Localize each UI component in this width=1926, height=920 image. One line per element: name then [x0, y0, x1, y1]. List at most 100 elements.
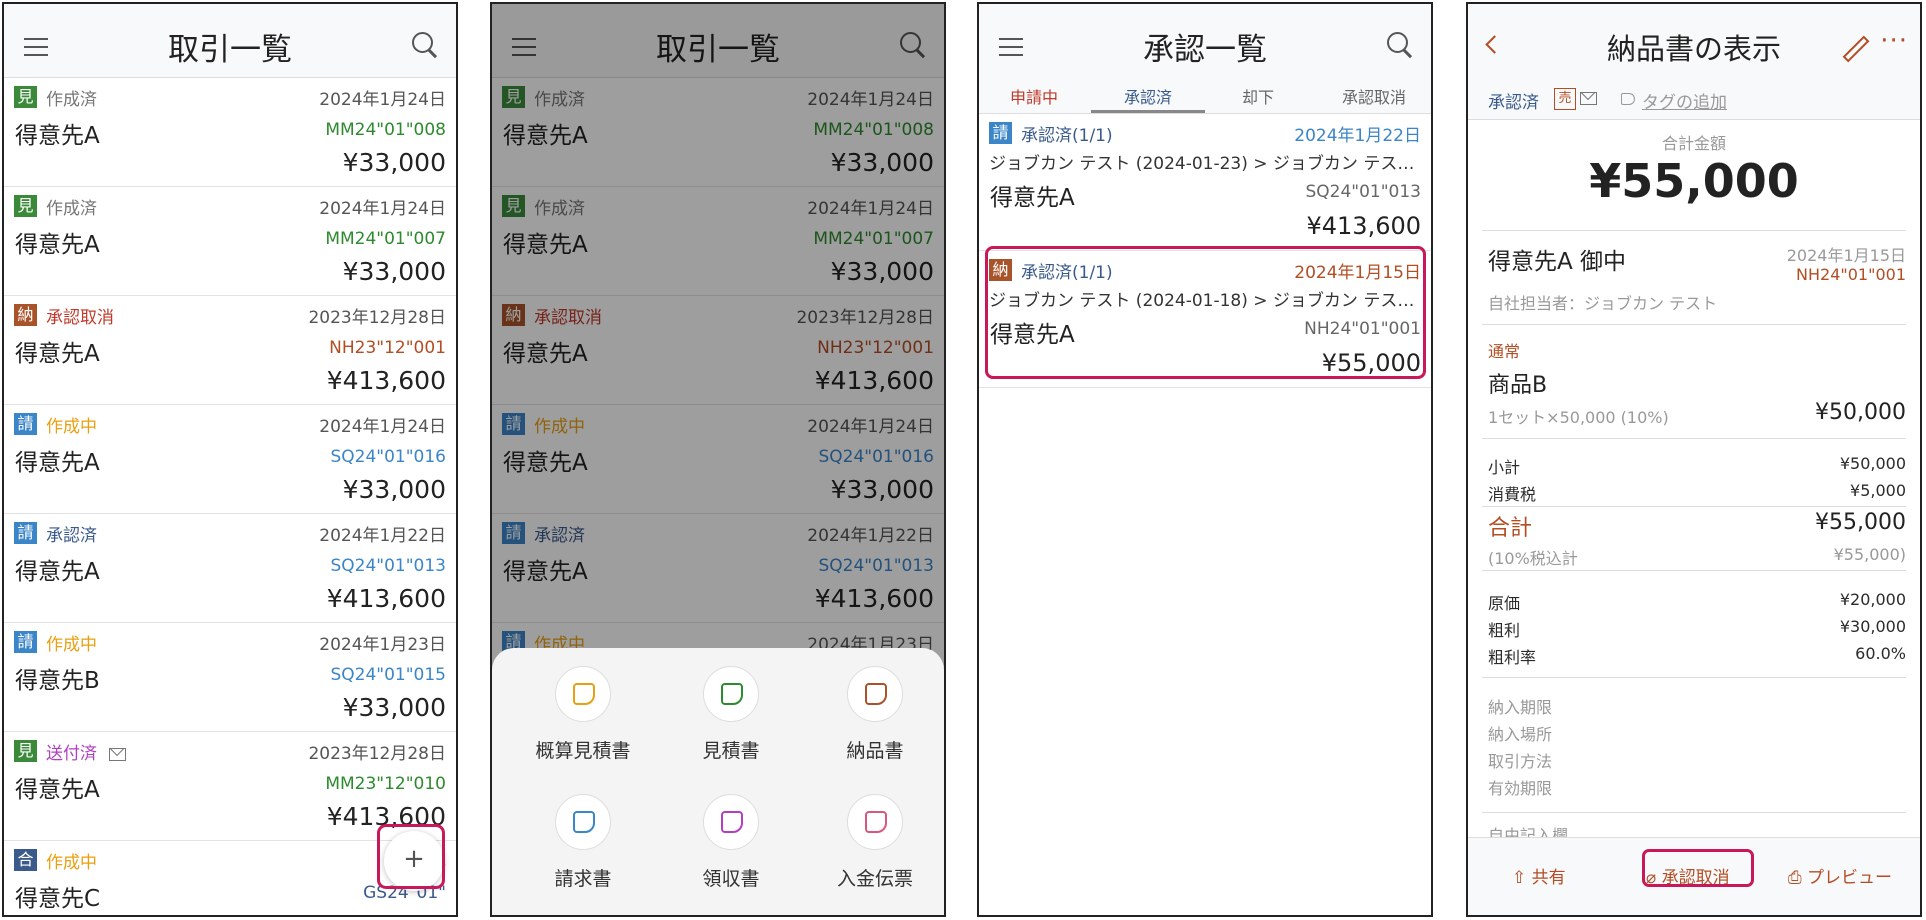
delivery-note-detail-screen: 納品書の表示 ··· 承認済 売 タグの追加 合計金額 ¥55,000 得意先A… [1466, 2, 1922, 917]
amount: ¥33,000 [342, 475, 446, 504]
client-name: 得意先A [15, 123, 100, 149]
sheet-item-label: 入金伝票 [836, 868, 913, 890]
doc-code: MM23"12"010 [325, 774, 446, 794]
doc-date: 2024年1月24日 [319, 417, 446, 437]
status-label: 承認済 [46, 526, 97, 546]
sheet-item-label: 納品書 [846, 740, 904, 762]
search-icon[interactable] [412, 32, 440, 62]
doc-code: MM24"01"008 [325, 120, 446, 140]
transaction-row[interactable]: 請作成中 2024年1月23日得意先B SQ24"01"015 ¥33,000 [4, 623, 456, 732]
document-icon [703, 666, 759, 722]
sum-value: ¥55,000 [1815, 510, 1906, 535]
sheet-item-0[interactable]: 概算見積書 [508, 666, 658, 763]
tab-cancelled[interactable]: 承認取消 [1319, 84, 1429, 108]
client-name: 得意先A [15, 341, 100, 367]
total-label: 合計金額 [1661, 134, 1726, 153]
client-name: 得意先A [990, 185, 1075, 211]
header: 承認一覧 [979, 4, 1431, 78]
status-label: 作成中 [46, 417, 97, 437]
highlight-box [377, 824, 445, 889]
status-label: 送付済 [46, 739, 126, 764]
printer-icon: ⎙ [1788, 868, 1802, 888]
sheet-item-1[interactable]: 見積書 [656, 666, 806, 763]
document-icon [847, 794, 903, 850]
cost-label: 原価 [1488, 594, 1521, 613]
transaction-list: 見作成済 2024年1月24日 得意先A MM24"01"008 ¥33,000 見作成済… [4, 78, 456, 915]
sheet-item-2[interactable]: 納品書 [800, 666, 944, 763]
doc-date: 2023年12月28日 [308, 744, 446, 764]
status-label: 作成済 [46, 199, 97, 219]
amount: ¥413,600 [326, 584, 446, 613]
doc-date: 2024年1月24日 [319, 199, 446, 219]
product-detail: 1セット×50,000 (10%) [1488, 408, 1669, 427]
total-amount: ¥55,000 [1589, 154, 1799, 208]
doc-code: NH23"12"001 [329, 338, 446, 358]
doc-code: SQ24"01"016 [330, 447, 446, 467]
status-label: 作成済 [46, 90, 97, 110]
sheet-item-label: 見積書 [702, 740, 760, 762]
item-category: 通常 [1488, 342, 1521, 361]
doc-date: 2024年1月15日 [1786, 246, 1906, 265]
product-name: 商品B [1488, 373, 1548, 398]
approval-tabs: 申請中 承認済 却下 承認取消 [979, 78, 1431, 114]
search-icon[interactable] [1387, 32, 1415, 62]
share-button[interactable]: ⇧ 共有 [1512, 863, 1566, 888]
doc-code: SQ24"01"015 [330, 665, 446, 685]
add-tag-link[interactable]: タグの追加 [1642, 88, 1727, 113]
preview-button[interactable]: ⎙ プレビュー [1788, 863, 1892, 888]
client-name: 得意先A 御中 [1488, 249, 1627, 275]
sheet-item-3[interactable]: 請求書 [508, 794, 658, 891]
doc-code: SQ24"01"013 [330, 556, 446, 576]
doc-type-badge: 合 [14, 849, 37, 871]
doc-date: 2024年1月24日 [319, 90, 446, 110]
transaction-list-with-sheet-screen: 取引一覧 見作成済 2024年1月24日 得意先A MM24"01"008 ¥33,00… [490, 2, 946, 917]
document-icon [847, 666, 903, 722]
transaction-row[interactable]: 見作成済 2024年1月24日 得意先A MM24"01"007 ¥33,000 [4, 187, 456, 296]
mail-icon [109, 747, 126, 761]
doc-type-badge: 見 [14, 740, 37, 762]
tag-icon [1621, 93, 1635, 105]
document-icon [555, 794, 611, 850]
document-icon [555, 666, 611, 722]
approval-row[interactable]: 請承認済(1/1) 2024年1月22日 ジョブカン テスト (2024-01-23… [979, 114, 1431, 251]
product-amount: ¥50,000 [1815, 400, 1906, 425]
doc-date: 2024年1月22日 [1294, 126, 1421, 146]
subtotal-value: ¥50,000 [1839, 454, 1906, 473]
client-name: 得意先A [15, 450, 100, 476]
field-label: 納入場所 [1488, 725, 1553, 744]
tab-pending[interactable]: 申請中 [979, 84, 1089, 108]
sheet-item-5[interactable]: 入金伝票 [800, 794, 944, 891]
margin-label: 粗利率 [1488, 648, 1537, 667]
tab-approved[interactable]: 承認済 [1093, 84, 1203, 108]
sheet-item-label: 概算見積書 [535, 740, 631, 762]
highlight-box [1642, 849, 1754, 887]
amount: ¥33,000 [342, 693, 446, 722]
client-name: 得意先B [15, 668, 100, 694]
profit-value: ¥30,000 [1839, 617, 1906, 636]
more-icon[interactable]: ··· [1880, 26, 1908, 56]
transaction-row[interactable]: 請承認済 2024年1月22日 得意先A SQ24"01"013 ¥413,600 [4, 514, 456, 623]
status-label: 承認済 [1488, 93, 1539, 113]
share-label: 共有 [1531, 868, 1566, 888]
doc-type-badge: 見 [14, 195, 37, 217]
sheet-item-4[interactable]: 領収書 [656, 794, 806, 891]
sheet-item-label: 請求書 [554, 868, 612, 890]
amount: ¥413,600 [1306, 212, 1421, 240]
doc-code: MM24"01"007 [325, 229, 446, 249]
transaction-row[interactable]: 請作成中 2024年1月24日 得意先A SQ24"01"016 ¥33,000 [4, 405, 456, 514]
client-name: 得意先A [15, 559, 100, 585]
mail-icon [1580, 92, 1597, 105]
doc-type-badge: 請 [14, 522, 37, 544]
type-badge: 売 [1554, 88, 1576, 110]
transaction-row[interactable]: 見作成済 2024年1月24日 得意先A MM24"01"008 ¥33,000 [4, 78, 456, 187]
page-title: 承認一覧 [1143, 32, 1267, 68]
doc-code: SQ24"01"013 [1305, 182, 1421, 202]
field-label: 取引方法 [1488, 752, 1553, 771]
header: 納品書の表示 ··· [1468, 4, 1920, 78]
highlight-box [985, 246, 1426, 379]
status-label: 承認取消 [46, 308, 114, 328]
doc-type-badge: 請 [14, 631, 37, 653]
transaction-row[interactable]: 納承認取消 2023年12月28日 得意先A NH23"12"001 ¥413,600 [4, 296, 456, 405]
tab-rejected[interactable]: 却下 [1203, 84, 1313, 108]
header: 取引一覧 [4, 4, 456, 78]
